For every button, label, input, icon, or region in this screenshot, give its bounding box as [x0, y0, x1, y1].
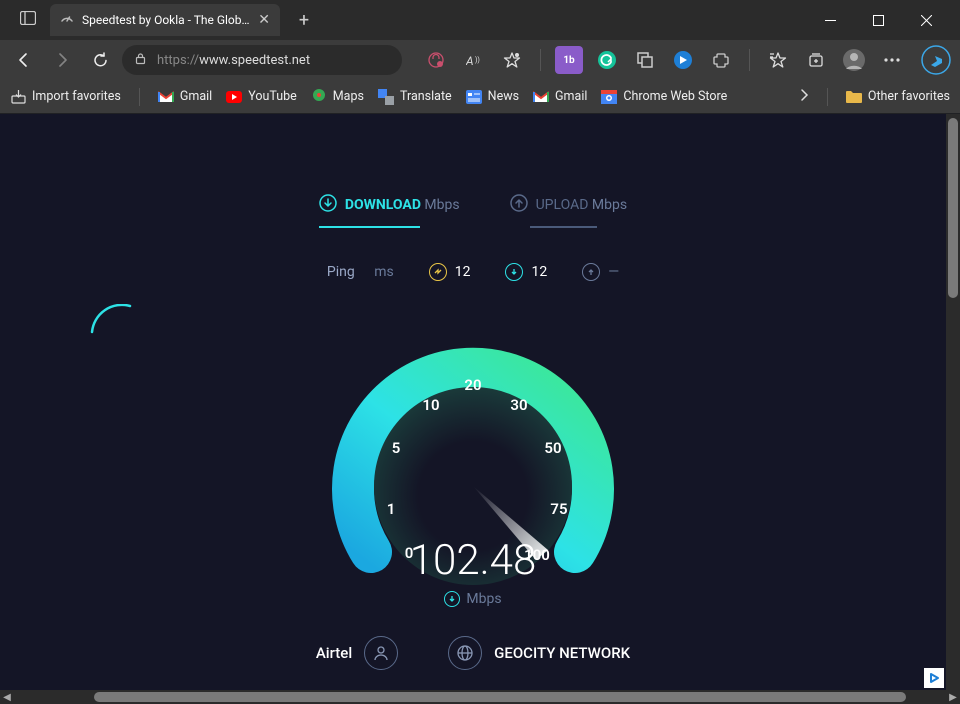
decorative-arc	[90, 304, 140, 334]
speed-gauge: 0 1 5 10 20 30 50 75 100 102.48 Mbps	[323, 336, 623, 616]
close-icon[interactable]: ✕	[258, 12, 270, 28]
tab-title: Speedtest by Ookla - The Global	[82, 13, 250, 27]
svg-text:20: 20	[464, 376, 481, 394]
globe-icon	[448, 636, 482, 670]
speedtest-favicon	[60, 11, 74, 30]
new-tab-button[interactable]: +	[290, 6, 318, 34]
bookmark-gmail[interactable]: Gmail	[158, 89, 212, 105]
svg-text:A: A	[466, 54, 474, 68]
extension-3-icon[interactable]	[669, 46, 697, 74]
upload-tab[interactable]: UPLOAD Mbps	[510, 194, 627, 228]
down-arrow-icon	[444, 591, 460, 607]
isp-name[interactable]: Airtel	[316, 636, 398, 670]
read-aloud-icon[interactable]: A))	[460, 46, 488, 74]
grammarly-icon[interactable]	[593, 46, 621, 74]
ping-label: Ping	[327, 264, 355, 280]
ping-download: 12	[505, 263, 547, 281]
profile-icon[interactable]	[840, 46, 868, 74]
favorites-bar-icon[interactable]	[764, 46, 792, 74]
horizontal-scrollbar[interactable]: ◀ ▶	[0, 690, 960, 704]
up-icon	[582, 263, 600, 281]
maximize-button[interactable]	[860, 5, 896, 35]
gmail-icon	[158, 89, 174, 105]
svg-text:30: 30	[510, 396, 527, 414]
download-icon	[319, 194, 337, 216]
speed-value: 102.48	[323, 536, 623, 585]
collections-icon[interactable]	[802, 46, 830, 74]
back-button[interactable]	[8, 44, 40, 76]
favorite-icon[interactable]	[498, 46, 526, 74]
more-icon[interactable]	[878, 46, 906, 74]
bookmarks-overflow-icon[interactable]	[799, 88, 809, 106]
gmail-icon	[533, 89, 549, 105]
lock-icon	[134, 52, 147, 69]
import-favorites-button[interactable]: Import favorites	[10, 89, 121, 105]
page-content: DOWNLOAD Mbps UPLOAD Mbps Ping ms 12 12 …	[0, 114, 946, 690]
svg-text:)): ))	[475, 56, 480, 64]
server-name[interactable]: GEOCITY NETWORK	[448, 636, 630, 670]
svg-text:1: 1	[387, 500, 396, 518]
extension-2-icon[interactable]	[631, 46, 659, 74]
window-titlebar: Speedtest by Ookla - The Global ✕ +	[0, 0, 960, 40]
close-button[interactable]	[908, 5, 944, 35]
youtube-icon	[226, 89, 242, 105]
minimize-button[interactable]	[812, 5, 848, 35]
user-icon	[364, 636, 398, 670]
providers-row: Airtel GEOCITY NETWORK	[0, 636, 946, 670]
ping-row: Ping ms 12 12 —	[0, 263, 946, 281]
extensions-menu-icon[interactable]	[707, 46, 735, 74]
svg-text:5: 5	[392, 439, 401, 457]
translate-icon	[378, 89, 394, 105]
forward-button[interactable]	[46, 44, 78, 76]
svg-text:75: 75	[550, 500, 567, 518]
idle-icon	[429, 263, 447, 281]
result-tabs: DOWNLOAD Mbps UPLOAD Mbps	[0, 194, 946, 228]
scroll-thumb[interactable]	[94, 692, 906, 702]
bookmark-news[interactable]: News	[466, 89, 519, 105]
tab-actions-icon[interactable]	[12, 2, 44, 34]
browser-toolbar: https://www.speedtest.net A)) 1b	[0, 40, 960, 80]
svg-text:50: 50	[544, 439, 561, 457]
bing-chat-icon[interactable]	[920, 44, 952, 76]
upload-icon	[510, 194, 528, 216]
scroll-thumb[interactable]	[948, 118, 958, 298]
down-icon	[505, 263, 523, 281]
ping-unit: ms	[374, 264, 394, 280]
scroll-right-icon[interactable]: ▶	[946, 692, 960, 703]
maps-icon	[311, 89, 327, 105]
scroll-left-icon[interactable]: ◀	[0, 692, 14, 703]
refresh-button[interactable]	[84, 44, 116, 76]
import-icon	[10, 89, 26, 105]
speed-unit: Mbps	[323, 591, 623, 607]
chrome-store-icon	[601, 89, 617, 105]
ad-badge[interactable]	[924, 668, 944, 688]
bookmark-translate[interactable]: Translate	[378, 89, 452, 105]
bookmark-youtube[interactable]: YouTube	[226, 89, 297, 105]
import-label: Import favorites	[32, 89, 121, 104]
address-bar[interactable]: https://www.speedtest.net	[122, 45, 402, 75]
download-tab[interactable]: DOWNLOAD Mbps	[319, 194, 460, 228]
bookmark-maps[interactable]: Maps	[311, 89, 364, 105]
ping-idle: 12	[429, 263, 471, 281]
folder-icon	[846, 89, 862, 105]
svg-text:10: 10	[422, 396, 439, 414]
vertical-scrollbar[interactable]	[946, 114, 960, 690]
bookmark-gmail-2[interactable]: Gmail	[533, 89, 587, 105]
extension-1-icon[interactable]: 1b	[555, 46, 583, 74]
bookmarks-bar: Import favorites Gmail YouTube Maps Tran…	[0, 80, 960, 114]
url-text: https://www.speedtest.net	[157, 53, 310, 68]
shopping-icon[interactable]	[422, 46, 450, 74]
bookmark-chrome-web-store[interactable]: Chrome Web Store	[601, 89, 727, 105]
browser-tab[interactable]: Speedtest by Ookla - The Global ✕	[50, 4, 280, 36]
news-icon	[466, 89, 482, 105]
ping-upload: —	[582, 263, 619, 281]
other-favorites-button[interactable]: Other favorites	[846, 89, 950, 105]
